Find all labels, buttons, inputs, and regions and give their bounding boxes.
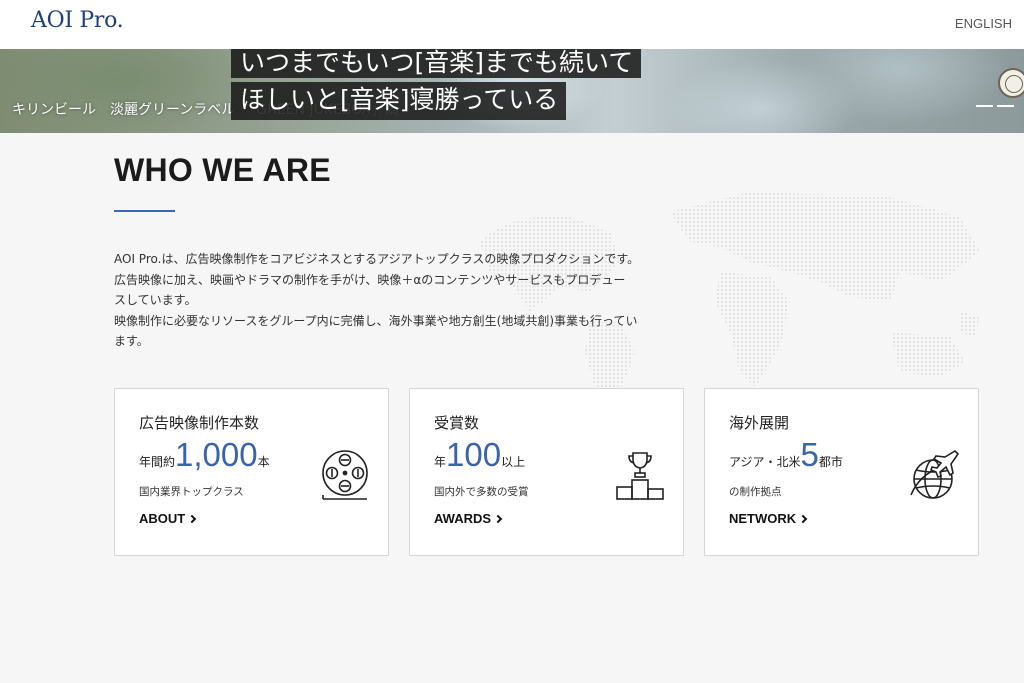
card-subtext: の制作拠点: [729, 486, 782, 498]
stat-number: 100: [446, 436, 502, 473]
section-title: WHO WE ARE: [114, 152, 331, 188]
card-title: 受賞数: [434, 414, 480, 432]
subtitle-line-2: ほしいと[音楽]寝勝っている: [231, 82, 567, 120]
language-link-english[interactable]: ENGLISH: [955, 16, 1012, 31]
seal-icon: [998, 68, 1024, 98]
globe-airplane-icon: [910, 449, 960, 499]
chevron-right-icon: [798, 514, 808, 524]
title-underline: [114, 210, 175, 212]
chevron-right-icon: [493, 514, 503, 524]
link-label: ABOUT: [139, 511, 186, 526]
stat-prefix: アジア・北米: [729, 455, 801, 469]
stat-value: アジア・北米5都市: [729, 435, 843, 475]
stat-number: 1,000: [175, 436, 258, 473]
about-line: 映像制作に必要なリソースをグループ内に完備し、海外事業や地方創生(地域共創)事業…: [114, 313, 638, 328]
stat-suffix: 以上: [501, 455, 526, 469]
chevron-right-icon: [187, 514, 197, 524]
stat-suffix: 本: [257, 455, 270, 469]
card-subtext: 国内外で多数の受賞: [434, 486, 529, 498]
about-link[interactable]: ABOUT: [139, 511, 197, 526]
awards-link[interactable]: AWARDS: [434, 511, 503, 526]
site-header: AOI Pro. ENGLISH: [0, 0, 1024, 49]
stat-card-production: 広告映像制作本数 年間約1,000本 国内業界トップクラス ABOUT: [114, 388, 389, 556]
trophy-podium-icon: [616, 452, 664, 500]
about-description: AOI Pro.は、広告映像制作をコアビジネスとするアジアトップクラスの映像プロ…: [114, 249, 654, 352]
film-reel-icon: [322, 450, 368, 500]
stat-value: 年間約1,000本: [139, 435, 270, 475]
about-line: スしています。: [114, 293, 197, 307]
card-title: 広告映像制作本数: [139, 414, 260, 432]
link-label: AWARDS: [434, 511, 492, 526]
network-link[interactable]: NETWORK: [729, 511, 808, 526]
about-line: ます。: [114, 334, 149, 348]
stat-card-awards: 受賞数 年100以上 国内外で多数の受賞 AWARDS: [409, 388, 684, 556]
stat-card-network: 海外展開 アジア・北米5都市 の制作拠点 NETWORK: [704, 388, 979, 556]
stat-number: 5: [800, 436, 819, 473]
stat-prefix: 年間約: [139, 455, 176, 469]
stat-prefix: 年: [434, 455, 447, 469]
about-line: 広告映像に加え、映画やドラマの制作を手がけ、映像＋αのコンテンツやサービスもプロ…: [114, 272, 626, 287]
logo[interactable]: AOI Pro.: [31, 8, 124, 33]
about-line: AOI Pro.は、広告映像制作をコアビジネスとするアジアトップクラスの映像プロ…: [114, 252, 640, 266]
stat-suffix: 都市: [818, 455, 843, 469]
hero-video[interactable]: キリンビール 淡麗グリーンラベル 「GREEN JUKEBOX」篇 いつまでもい…: [0, 49, 1024, 133]
subtitle-line-1: いつまでもいつ[音楽]までも続いて: [231, 49, 642, 78]
card-subtext: 国内業界トップクラス: [139, 486, 244, 498]
slider-indicator[interactable]: [976, 105, 1016, 107]
link-label: NETWORK: [729, 511, 797, 526]
card-title: 海外展開: [729, 414, 790, 432]
stat-value: 年100以上: [434, 435, 525, 475]
